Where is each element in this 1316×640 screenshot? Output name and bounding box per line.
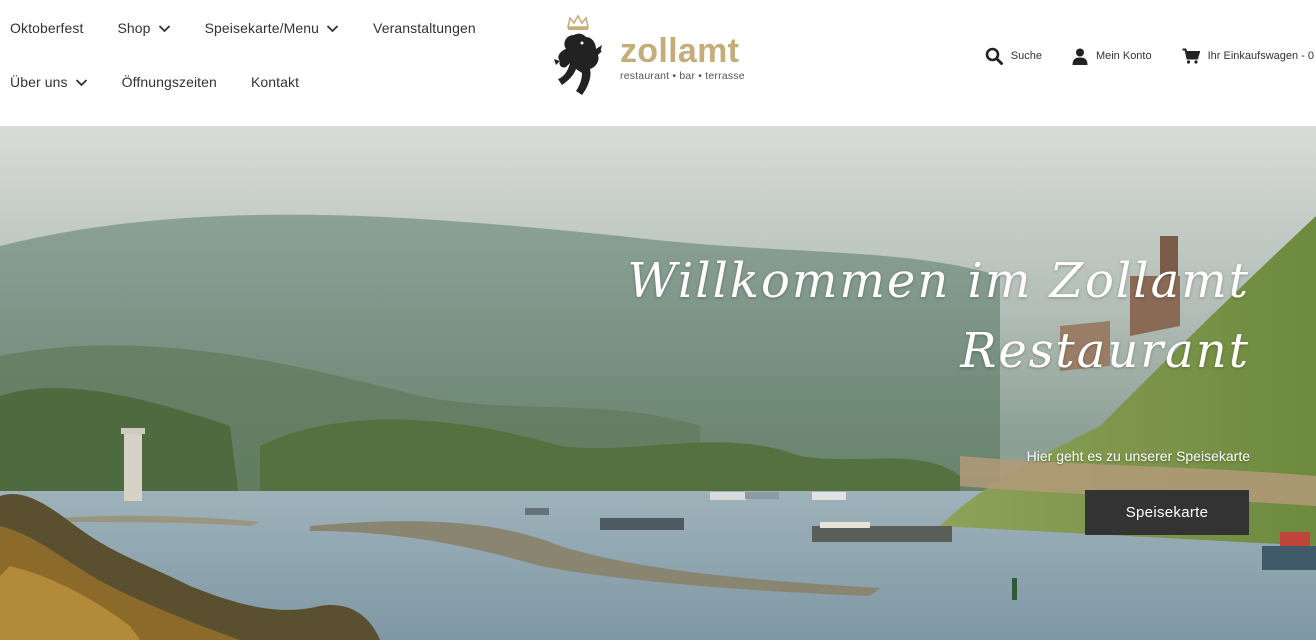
nav-item-kontakt[interactable]: Kontakt bbox=[251, 74, 299, 90]
main-navigation: Oktoberfest Shop Speisekarte/Menu Verans… bbox=[0, 0, 520, 126]
hero-title-line-2: Restaurant bbox=[960, 323, 1250, 379]
search-link[interactable]: Suche bbox=[985, 47, 1042, 65]
nav-item-label: Oktoberfest bbox=[10, 20, 84, 36]
nav-item-label: Kontakt bbox=[250, 74, 300, 90]
cart-link[interactable]: Ihr Einkaufswagen - 0 bbox=[1182, 48, 1314, 64]
cart-icon bbox=[1182, 48, 1200, 64]
nav-row-1: Oktoberfest Shop Speisekarte/Menu Verans… bbox=[10, 1, 510, 55]
search-label: Suche bbox=[1010, 50, 1042, 62]
hero-subtitle: Hier geht es zu unserer Speisekarte bbox=[1026, 448, 1250, 464]
nav-item-label: Shop bbox=[117, 20, 151, 36]
nav-row-2: Über uns Öffnungszeiten Kontakt bbox=[10, 55, 333, 109]
user-icon bbox=[1072, 48, 1088, 65]
logo-tagline: restaurant • bar • terrasse bbox=[620, 70, 745, 82]
nav-item-speisekarte[interactable]: Speisekarte/Menu bbox=[205, 20, 339, 36]
hero-title: Willkommen im Zollamt Restaurant bbox=[627, 246, 1250, 386]
nav-item-label: Über uns bbox=[10, 74, 68, 90]
speisekarte-button[interactable]: Speisekarte bbox=[1085, 490, 1249, 535]
account-link[interactable]: Mein Konto bbox=[1072, 48, 1152, 65]
account-label: Mein Konto bbox=[1095, 50, 1152, 62]
logo-brand-text: zollamt bbox=[620, 32, 740, 70]
hero-banner: Willkommen im Zollamt Restaurant Hier ge… bbox=[0, 126, 1316, 640]
nav-item-label: Öffnungszeiten bbox=[121, 74, 217, 90]
hero-title-line-1: Willkommen im Zollamt bbox=[627, 253, 1250, 309]
site-header: Oktoberfest Shop Speisekarte/Menu Verans… bbox=[0, 0, 1316, 126]
cart-label: Ihr Einkaufswagen - 0 bbox=[1207, 50, 1314, 62]
chevron-down-icon bbox=[158, 22, 171, 35]
utility-navigation: Suche Mein Konto Ihr Einkaufswagen - 0 bbox=[955, 44, 1316, 68]
site-logo[interactable]: zollamt restaurant • bar • terrasse bbox=[552, 14, 762, 98]
nav-item-oktoberfest[interactable]: Oktoberfest bbox=[10, 20, 83, 36]
nav-item-ueber-uns[interactable]: Über uns bbox=[10, 74, 88, 90]
nav-item-veranstaltungen[interactable]: Veranstaltungen bbox=[373, 20, 476, 36]
nav-item-shop[interactable]: Shop bbox=[117, 20, 170, 36]
chevron-down-icon bbox=[326, 22, 339, 35]
lion-crest-icon bbox=[554, 15, 602, 95]
nav-item-label: Speisekarte/Menu bbox=[204, 20, 320, 36]
nav-item-label: Veranstaltungen bbox=[373, 20, 476, 36]
search-icon bbox=[985, 47, 1003, 65]
nav-item-oeffnungszeiten[interactable]: Öffnungszeiten bbox=[122, 74, 217, 90]
chevron-down-icon bbox=[75, 76, 88, 89]
